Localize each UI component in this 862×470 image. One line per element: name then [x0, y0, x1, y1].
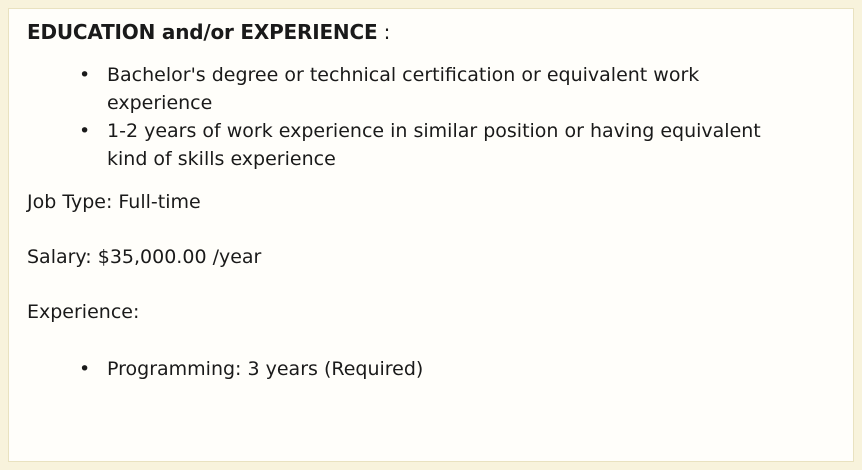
education-list-item: 1-2 years of work experience in similar …	[79, 117, 797, 173]
education-list-item: Bachelor's degree or technical certifica…	[79, 61, 797, 117]
experience-list-item: Programming: 3 years (Required)	[79, 355, 797, 383]
section-heading: EDUCATION and/or EXPERIENCE :	[27, 17, 835, 47]
salary-text: Salary: $35,000.00 /year	[27, 246, 262, 268]
heading-title: EDUCATION and/or EXPERIENCE	[27, 20, 378, 44]
experience-list: Programming: 3 years (Required)	[27, 355, 835, 383]
page-frame: EDUCATION and/or EXPERIENCE : Bachelor's…	[0, 0, 862, 470]
heading-colon: :	[377, 20, 391, 44]
experience-label: Experience:	[27, 301, 140, 323]
education-list: Bachelor's degree or technical certifica…	[27, 61, 835, 173]
job-details-card: EDUCATION and/or EXPERIENCE : Bachelor's…	[8, 8, 854, 462]
job-type-text: Job Type: Full-time	[27, 191, 201, 213]
